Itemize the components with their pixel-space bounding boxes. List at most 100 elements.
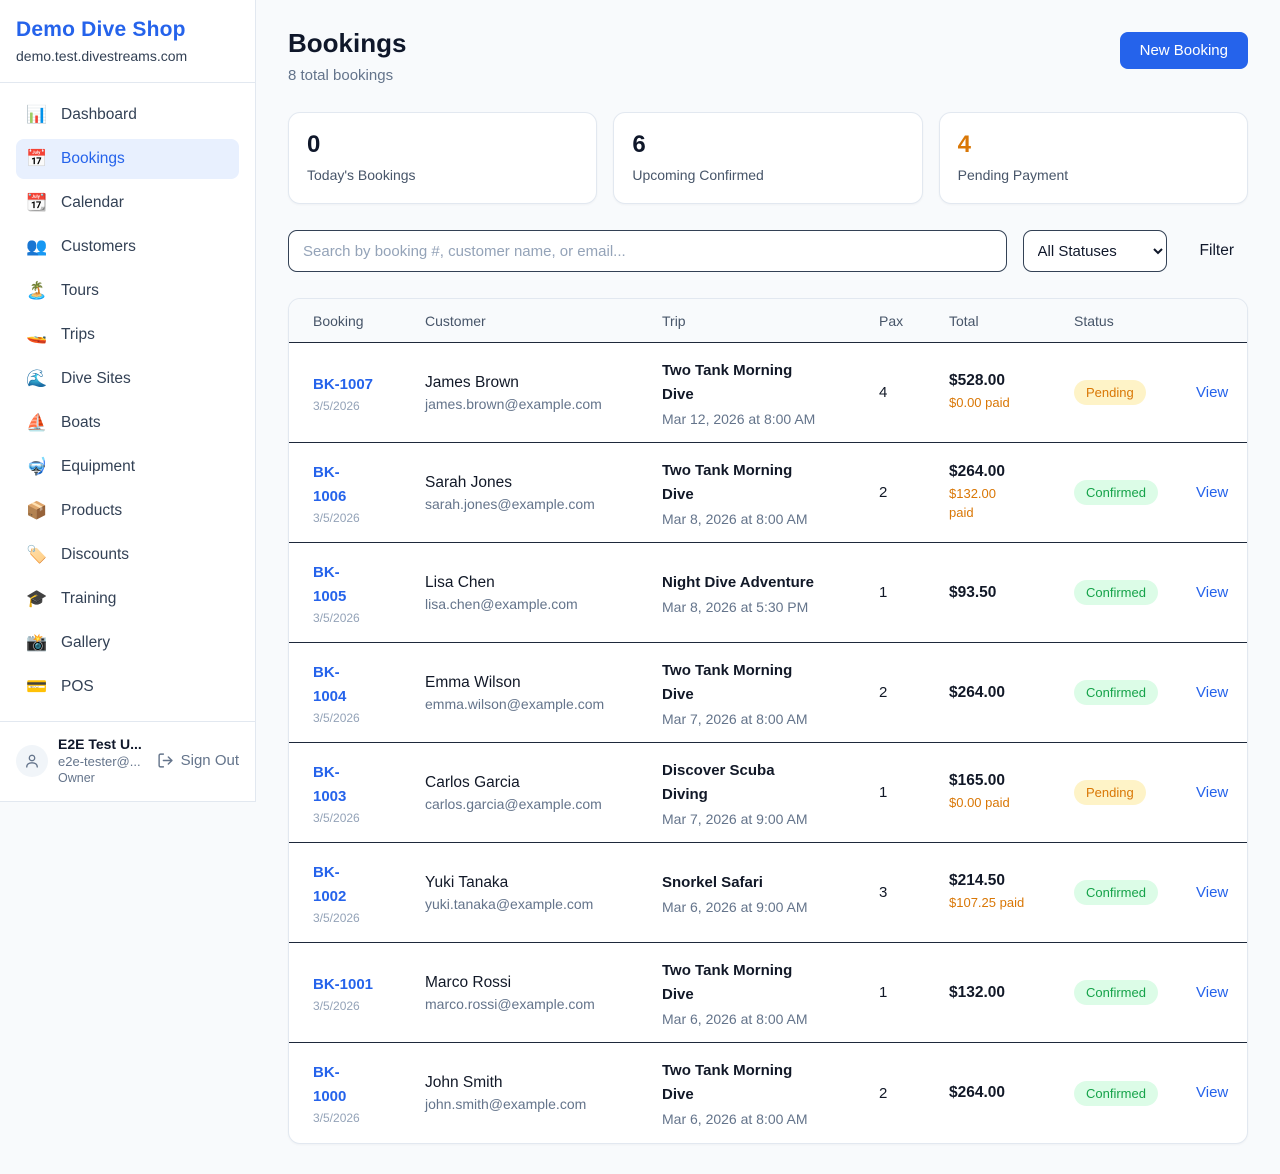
col-pax: Pax — [879, 313, 949, 329]
booking-id-link[interactable]: BK- 1003 — [313, 761, 346, 809]
trip-cell: Night Dive Adventure Mar 8, 2026 at 5:30… — [662, 571, 879, 615]
col-customer: Customer — [425, 313, 662, 329]
sidebar-item-label: Gallery — [61, 634, 110, 652]
trip-name: Two Tank Morning Dive — [662, 1059, 867, 1107]
sidebar-item-label: Discounts — [61, 546, 129, 564]
view-link[interactable]: View — [1196, 784, 1228, 801]
customer-email: james.brown@example.com — [425, 396, 650, 412]
stat-card: 6 Upcoming Confirmed — [613, 112, 922, 204]
sidebar-item-training[interactable]: 🎓 Training — [16, 579, 239, 619]
customer-name: John Smith — [425, 1074, 650, 1092]
view-link[interactable]: View — [1196, 984, 1228, 1001]
trip-date: Mar 12, 2026 at 8:00 AM — [662, 411, 867, 427]
customer-cell: John Smith john.smith@example.com — [425, 1074, 662, 1112]
total-amount: $264.00 — [949, 1084, 1062, 1102]
booking-cell: BK- 1004 3/5/2026 — [313, 661, 425, 725]
sidebar-item-dive-sites[interactable]: 🌊 Dive Sites — [16, 359, 239, 399]
status-cell: Confirmed — [1074, 680, 1196, 705]
customer-email: lisa.chen@example.com — [425, 596, 650, 612]
total-amount: $214.50 — [949, 872, 1062, 890]
view-link[interactable]: View — [1196, 584, 1228, 601]
view-link[interactable]: View — [1196, 384, 1228, 401]
table-row: BK- 1005 3/5/2026 Lisa Chen lisa.chen@ex… — [289, 543, 1247, 643]
table-row: BK- 1002 3/5/2026 Yuki Tanaka yuki.tanak… — [289, 843, 1247, 943]
trip-date: Mar 7, 2026 at 8:00 AM — [662, 711, 867, 727]
table-row: BK- 1006 3/5/2026 Sarah Jones sarah.jone… — [289, 443, 1247, 543]
pax-cell: 3 — [879, 884, 949, 901]
customer-email: yuki.tanaka@example.com — [425, 896, 650, 912]
sidebar-item-pos[interactable]: 💳 POS — [16, 667, 239, 707]
bookings-table: Booking Customer Trip Pax Total Status B… — [288, 298, 1248, 1144]
sidebar-item-customers[interactable]: 👥 Customers — [16, 227, 239, 267]
sidebar-item-tours[interactable]: 🏝️ Tours — [16, 271, 239, 311]
actions-cell: View — [1196, 884, 1240, 902]
sidebar-item-dashboard[interactable]: 📊 Dashboard — [16, 95, 239, 135]
sign-out-button[interactable]: Sign Out — [157, 752, 239, 769]
actions-cell: View — [1196, 684, 1240, 702]
booking-date: 3/5/2026 — [313, 611, 413, 625]
pax-cell: 2 — [879, 684, 949, 701]
status-cell: Confirmed — [1074, 1081, 1196, 1106]
total-amount: $264.00 — [949, 684, 1062, 702]
view-link[interactable]: View — [1196, 684, 1228, 701]
sidebar-item-calendar[interactable]: 📆 Calendar — [16, 183, 239, 223]
sidebar-item-boats[interactable]: ⛵ Boats — [16, 403, 239, 443]
booking-id-link[interactable]: BK- 1005 — [313, 561, 346, 609]
filter-button[interactable]: Filter — [1200, 242, 1234, 260]
table-row: BK- 1000 3/5/2026 John Smith john.smith@… — [289, 1043, 1247, 1143]
view-link[interactable]: View — [1196, 884, 1228, 901]
dive-sites-icon: 🌊 — [26, 369, 48, 389]
total-amount: $93.50 — [949, 584, 1062, 602]
actions-cell: View — [1196, 584, 1240, 602]
booking-id-link[interactable]: BK-1007 — [313, 373, 373, 397]
sidebar-item-label: Dive Sites — [61, 370, 131, 388]
stat-value: 0 — [307, 131, 578, 159]
sidebar-nav: 📊 Dashboard 📅 Bookings 📆 Calendar 👥 Cust… — [0, 83, 255, 721]
booking-id-link[interactable]: BK-1001 — [313, 973, 373, 997]
customer-name: James Brown — [425, 374, 650, 392]
sidebar-item-gallery[interactable]: 📸 Gallery — [16, 623, 239, 663]
sign-out-icon — [157, 752, 174, 769]
sidebar-item-trips[interactable]: 🚤 Trips — [16, 315, 239, 355]
view-link[interactable]: View — [1196, 1084, 1228, 1101]
actions-cell: View — [1196, 1084, 1240, 1102]
status-badge: Confirmed — [1074, 980, 1158, 1005]
trip-date: Mar 7, 2026 at 9:00 AM — [662, 811, 867, 827]
status-badge: Confirmed — [1074, 880, 1158, 905]
search-input[interactable] — [288, 230, 1007, 272]
sidebar-item-products[interactable]: 📦 Products — [16, 491, 239, 531]
booking-id-link[interactable]: BK- 1002 — [313, 861, 346, 909]
booking-date: 3/5/2026 — [313, 999, 413, 1013]
trip-cell: Two Tank Morning Dive Mar 12, 2026 at 8:… — [662, 359, 879, 427]
status-filter-select[interactable]: All Statuses — [1023, 230, 1167, 272]
customer-name: Yuki Tanaka — [425, 874, 650, 892]
sidebar-item-label: Trips — [61, 326, 95, 344]
col-trip: Trip — [662, 313, 879, 329]
total-cell: $132.00 — [949, 984, 1074, 1002]
status-badge: Confirmed — [1074, 1081, 1158, 1106]
total-cell: $528.00 $0.00 paid — [949, 372, 1074, 413]
booking-date: 3/5/2026 — [313, 511, 413, 525]
trip-name: Two Tank Morning Dive — [662, 459, 867, 507]
status-badge: Confirmed — [1074, 480, 1158, 505]
trips-icon: 🚤 — [26, 325, 48, 345]
booking-cell: BK- 1005 3/5/2026 — [313, 561, 425, 625]
status-cell: Confirmed — [1074, 980, 1196, 1005]
sidebar-item-discounts[interactable]: 🏷️ Discounts — [16, 535, 239, 575]
brand-domain: demo.test.divestreams.com — [16, 48, 239, 64]
total-amount: $165.00 — [949, 772, 1062, 790]
sidebar-item-equipment[interactable]: 🤿 Equipment — [16, 447, 239, 487]
view-link[interactable]: View — [1196, 484, 1228, 501]
booking-id-link[interactable]: BK- 1006 — [313, 461, 346, 509]
trip-cell: Two Tank Morning Dive Mar 6, 2026 at 8:0… — [662, 1059, 879, 1127]
app-root: Demo Dive Shop demo.test.divestreams.com… — [0, 0, 1280, 1174]
sidebar-item-bookings[interactable]: 📅 Bookings — [16, 139, 239, 179]
booking-id-link[interactable]: BK- 1000 — [313, 1061, 346, 1109]
avatar — [16, 745, 48, 777]
booking-id-link[interactable]: BK- 1004 — [313, 661, 346, 709]
booking-date: 3/5/2026 — [313, 711, 413, 725]
filter-row: All Statuses Filter — [288, 230, 1248, 272]
status-cell: Confirmed — [1074, 580, 1196, 605]
user-email: e2e-tester@... — [58, 754, 147, 769]
new-booking-button[interactable]: New Booking — [1120, 32, 1248, 69]
